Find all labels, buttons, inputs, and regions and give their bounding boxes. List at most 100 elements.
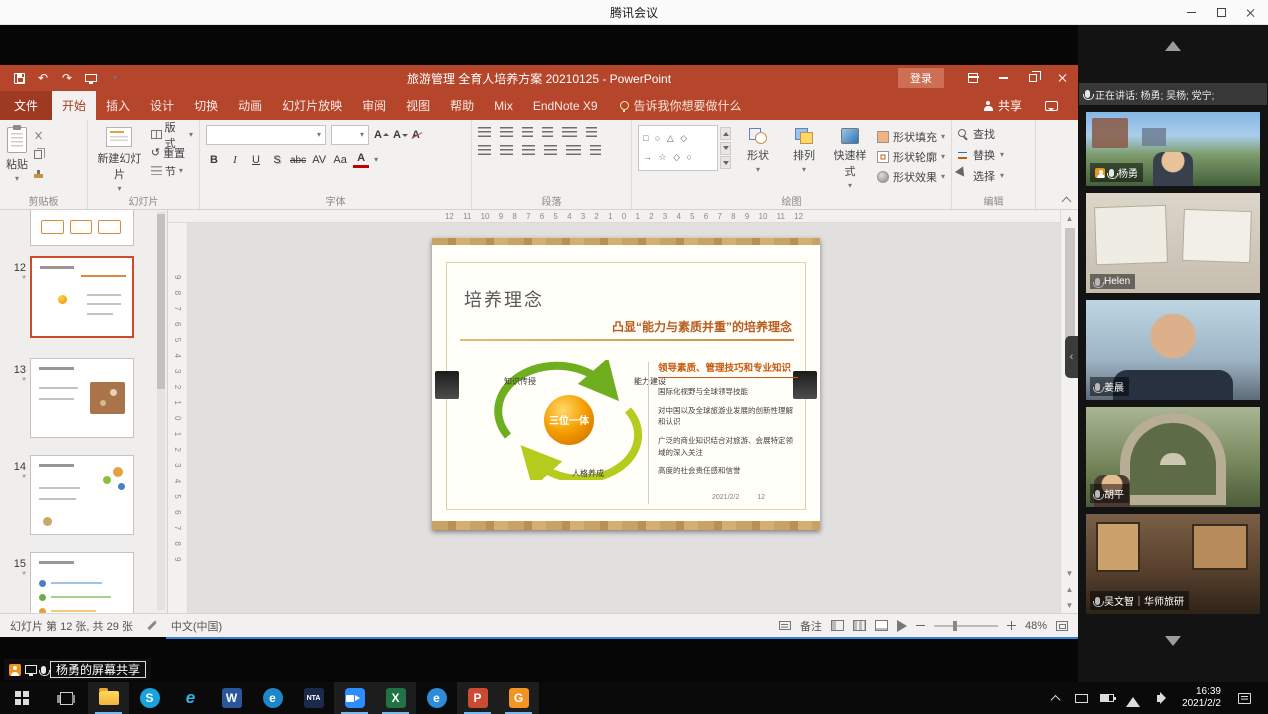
taskbar-app-browser[interactable]: e xyxy=(416,682,457,714)
shape-fill-button[interactable]: 形状填充 ▾ xyxy=(877,129,945,145)
ppt-close-icon[interactable] xyxy=(1048,65,1078,91)
redo-icon[interactable]: ↷ xyxy=(60,69,74,87)
next-slide-icon[interactable]: ▼ xyxy=(1061,597,1079,613)
slide-thumbnail-12[interactable] xyxy=(30,256,134,338)
strikethrough-button[interactable]: abc xyxy=(290,151,306,169)
gallery-down-icon[interactable] xyxy=(720,141,731,155)
justify-icon[interactable] xyxy=(544,145,557,156)
taskbar-app-g[interactable]: G xyxy=(498,682,539,714)
tab-slideshow[interactable]: 幻灯片放映 xyxy=(272,91,352,120)
tab-file[interactable]: 文件 xyxy=(0,91,53,120)
bullets-icon[interactable] xyxy=(478,127,491,138)
tab-transitions[interactable]: 切换 xyxy=(184,91,228,120)
zoom-slider[interactable] xyxy=(933,620,998,631)
ribbon-display-options-icon[interactable] xyxy=(958,65,988,91)
tab-animations[interactable]: 动画 xyxy=(228,91,272,120)
bold-button[interactable]: B xyxy=(206,151,222,169)
save-icon[interactable] xyxy=(12,69,26,87)
font-name-combo[interactable]: ▾ xyxy=(206,125,326,145)
login-button[interactable]: 登录 xyxy=(898,68,944,88)
character-spacing-button[interactable]: AV xyxy=(311,151,327,169)
align-left-icon[interactable] xyxy=(478,145,491,156)
italic-button[interactable]: I xyxy=(227,151,243,169)
slideshow-view-button[interactable] xyxy=(896,619,907,632)
smartart-convert-icon[interactable] xyxy=(590,145,601,156)
zoom-level[interactable]: 48% xyxy=(1025,620,1047,632)
reset-button[interactable]: ↺ 重置 xyxy=(151,146,193,160)
increase-indent-icon[interactable] xyxy=(542,127,553,138)
format-painter-button[interactable] xyxy=(34,167,43,180)
normal-view-button[interactable] xyxy=(830,620,844,631)
tab-home[interactable]: 开始 xyxy=(52,91,97,120)
participant-tile[interactable]: 姜晨 xyxy=(1086,300,1260,400)
section-button[interactable]: 节 ▾ xyxy=(150,164,193,178)
tab-help[interactable]: 帮助 xyxy=(440,91,484,120)
thumbnail-scrollbar[interactable] xyxy=(157,212,165,610)
text-shadow-button[interactable]: S xyxy=(269,151,285,169)
task-view-button[interactable] xyxy=(44,682,88,714)
shapes-gallery[interactable]: □ ○ △ ◇ → ☆ ◇ ○ xyxy=(638,125,718,171)
tray-battery-icon[interactable] xyxy=(1096,682,1118,714)
reading-view-button[interactable] xyxy=(874,620,888,631)
participant-tile[interactable]: 吴文智｜华师旅研 xyxy=(1086,514,1260,614)
taskbar-app-skype[interactable]: S xyxy=(129,682,170,714)
new-slide-button[interactable]: 新建幻灯片 ▾ xyxy=(94,125,145,193)
gallery-more-icon[interactable] xyxy=(720,156,731,169)
start-slideshow-icon[interactable] xyxy=(84,69,98,87)
panel-scroll-up-icon[interactable] xyxy=(1165,33,1181,51)
close-icon[interactable] xyxy=(1236,0,1266,25)
zoom-slider-thumb[interactable] xyxy=(953,620,958,631)
maximize-icon[interactable] xyxy=(1206,0,1236,25)
select-button[interactable]: 选择 ▾ xyxy=(954,166,1029,184)
taskbar-app-powerpoint[interactable]: P xyxy=(457,682,498,714)
shapes-button[interactable]: 形状 ▾ xyxy=(739,125,777,193)
comments-icon[interactable] xyxy=(1036,93,1066,119)
share-button[interactable]: 共享 xyxy=(983,97,1022,114)
slide-thumbnail-14[interactable] xyxy=(30,455,134,535)
slide-sorter-view-button[interactable] xyxy=(852,620,866,631)
zoom-out-icon[interactable] xyxy=(915,624,925,627)
taskbar-app-excel[interactable]: X xyxy=(375,682,416,714)
font-size-combo[interactable]: ▾ xyxy=(331,125,369,145)
undo-icon[interactable]: ↶ xyxy=(36,69,50,87)
taskbar-app-file-explorer[interactable] xyxy=(88,682,129,714)
notes-toggle[interactable]: 备注 xyxy=(800,618,822,634)
font-color-button[interactable]: A xyxy=(353,153,370,168)
change-case-button[interactable]: Aa xyxy=(332,151,348,169)
scrollbar-thumb[interactable] xyxy=(1064,228,1075,338)
decrease-indent-icon[interactable] xyxy=(522,127,533,138)
action-center-icon[interactable] xyxy=(1233,682,1255,714)
current-slide[interactable]: 培养理念 凸显“能力与素质并重”的培养理念 三位一体 知识传授 能力建设 人格养… xyxy=(432,238,820,530)
scroll-down-icon[interactable]: ▼ xyxy=(1061,565,1079,581)
copy-button[interactable] xyxy=(34,148,45,161)
screen-share-badge[interactable]: 杨勇的屏幕共享 xyxy=(4,659,152,680)
slide-thumbnail-11[interactable] xyxy=(30,210,134,246)
minimize-icon[interactable] xyxy=(1176,0,1206,25)
quick-styles-button[interactable]: 快速样式 ▾ xyxy=(831,125,869,193)
panel-collapse-icon[interactable]: ‹ xyxy=(1065,336,1078,378)
tab-insert[interactable]: 插入 xyxy=(96,91,140,120)
shape-effects-button[interactable]: 形状效果 ▾ xyxy=(877,169,945,185)
find-button[interactable]: 查找 xyxy=(958,126,1029,142)
tab-mix[interactable]: Mix xyxy=(484,91,523,120)
tray-display-icon[interactable] xyxy=(1070,682,1092,714)
start-button[interactable] xyxy=(0,682,44,714)
panel-scroll-down-icon[interactable] xyxy=(1165,636,1181,654)
tab-view[interactable]: 视图 xyxy=(396,91,440,120)
slide-thumbnail-13[interactable] xyxy=(30,358,134,438)
spell-check-icon[interactable] xyxy=(147,620,157,631)
taskbar-app-word[interactable]: W xyxy=(211,682,252,714)
participant-tile[interactable]: 杨勇 xyxy=(1086,112,1260,186)
tray-volume-icon[interactable] xyxy=(1148,682,1170,714)
scroll-up-icon[interactable]: ▲ xyxy=(1061,210,1079,226)
collapse-ribbon-icon[interactable] xyxy=(1061,196,1072,207)
zoom-in-icon[interactable] xyxy=(1006,621,1016,630)
tab-design[interactable]: 设计 xyxy=(140,91,184,120)
font-color-dropdown-icon[interactable]: ▾ xyxy=(374,156,378,164)
taskbar-app-ie[interactable]: e xyxy=(170,682,211,714)
tab-endnote[interactable]: EndNote X9 xyxy=(523,91,608,120)
taskbar-app-nta[interactable]: NTA xyxy=(293,682,334,714)
tell-me-box[interactable]: 告诉我你想要做什么 xyxy=(608,91,754,120)
cut-button[interactable] xyxy=(34,129,43,142)
participant-tile[interactable]: Helen xyxy=(1086,193,1260,293)
